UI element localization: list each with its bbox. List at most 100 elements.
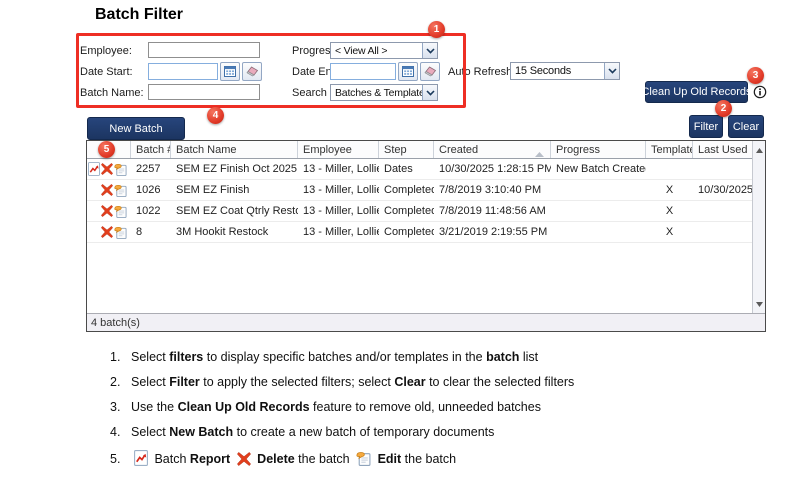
row-actions-cell: [87, 205, 131, 218]
filter-button[interactable]: Filter: [689, 115, 723, 138]
employee-label: Employee:: [80, 45, 132, 57]
edit-icon[interactable]: [114, 163, 127, 176]
edit-icon[interactable]: [114, 184, 127, 197]
employee-cell: 13 - Miller, Lollie: [298, 205, 379, 217]
date-end-clear-button[interactable]: [420, 62, 440, 81]
template-cell: X: [646, 226, 693, 238]
delete-icon[interactable]: [101, 226, 113, 238]
column-header-last-used[interactable]: Last Used: [693, 141, 752, 158]
table-body: 2257SEM EZ Finish Oct 202513 - Miller, L…: [87, 159, 752, 313]
batch-name-cell: 3M Hookit Restock: [171, 226, 298, 238]
column-header-progress[interactable]: Progress: [551, 141, 646, 158]
column-header-created-label: Created: [439, 144, 478, 156]
callout-4: 4: [207, 107, 224, 124]
scroll-up-icon[interactable]: [756, 144, 763, 156]
eraser-icon: [246, 66, 259, 77]
calendar-icon: [402, 66, 414, 77]
progress-cell: New Batch Created: [551, 163, 646, 175]
callout-2: 2: [715, 100, 732, 117]
instruction-item: 4.Select New Batch to create a new batch…: [110, 425, 710, 440]
instruction-text: Select filters to display specific batch…: [131, 350, 538, 365]
employee-input[interactable]: [148, 42, 260, 58]
created-cell: 7/8/2019 3:10:40 PM: [434, 184, 551, 196]
column-header-batch-number[interactable]: Batch #: [131, 141, 171, 158]
batch-number-cell: 8: [131, 226, 171, 238]
chevron-down-icon[interactable]: [604, 63, 619, 79]
edit-icon[interactable]: [114, 205, 127, 218]
delete-icon[interactable]: [101, 184, 113, 196]
scroll-down-icon[interactable]: [756, 298, 763, 310]
auto-refresh-selected-value: 15 Seconds: [511, 63, 604, 79]
last-used-cell: 10/30/2025: [693, 184, 752, 196]
delete-icon[interactable]: [101, 163, 113, 175]
template-cell: X: [646, 205, 693, 217]
row-actions-cell: [87, 184, 131, 197]
search-type-select[interactable]: Batches & Templates: [330, 84, 438, 101]
instruction-number: 1.: [110, 350, 131, 365]
report-icon: [134, 450, 148, 470]
page-title: Batch Filter: [95, 6, 183, 24]
report-icon[interactable]: [88, 162, 100, 176]
instruction-text: Use the Clean Up Old Records feature to …: [131, 400, 541, 415]
employee-cell: 13 - Miller, Lollie: [298, 163, 379, 175]
table-row[interactable]: 83M Hookit Restock13 - Miller, LollieCom…: [87, 222, 752, 243]
search-type-selected-value: Batches & Templates: [331, 85, 422, 100]
batch-count: 4 batch(s): [91, 317, 140, 329]
column-header-created[interactable]: Created: [434, 141, 551, 158]
date-end-input[interactable]: [330, 63, 396, 80]
column-header-step[interactable]: Step: [379, 141, 434, 158]
date-start-clear-button[interactable]: [242, 62, 262, 81]
delete-icon[interactable]: [101, 205, 113, 217]
batch-name-input[interactable]: [148, 84, 260, 100]
clear-button[interactable]: Clear: [728, 115, 764, 138]
table-row[interactable]: 1022SEM EZ Coat Qtrly Restock13 - Miller…: [87, 201, 752, 222]
template-cell: X: [646, 184, 693, 196]
new-batch-button[interactable]: New Batch: [87, 117, 185, 140]
date-start-label: Date Start:: [80, 66, 133, 78]
instruction-item: 2.Select Filter to apply the selected fi…: [110, 375, 710, 390]
employee-cell: 13 - Miller, Lollie: [298, 226, 379, 238]
info-icon[interactable]: [753, 85, 767, 99]
step-cell: Dates: [379, 163, 434, 175]
chevron-down-icon[interactable]: [422, 85, 437, 100]
batch-name-label: Batch Name:: [80, 87, 144, 99]
date-start-calendar-button[interactable]: [220, 62, 240, 81]
eraser-icon: [424, 66, 437, 77]
instruction-item: 3.Use the Clean Up Old Records feature t…: [110, 400, 710, 415]
date-start-input[interactable]: [148, 63, 218, 80]
status-bar: 4 batch(s): [87, 313, 765, 331]
table-row[interactable]: 2257SEM EZ Finish Oct 202513 - Miller, L…: [87, 159, 752, 180]
clean-up-old-records-button[interactable]: Clean Up Old Records: [645, 81, 748, 103]
edit-icon[interactable]: [114, 226, 127, 239]
delete-icon: [237, 452, 251, 470]
chevron-down-icon[interactable]: [422, 43, 437, 58]
column-header-batch-name[interactable]: Batch Name: [171, 141, 298, 158]
batch-name-cell: SEM EZ Finish Oct 2025: [171, 163, 298, 175]
date-end-calendar-button[interactable]: [398, 62, 418, 81]
instruction-text: Select New Batch to create a new batch o…: [131, 425, 494, 440]
instruction-text: Select Filter to apply the selected filt…: [131, 375, 574, 390]
batch-name-cell: SEM EZ Coat Qtrly Restock: [171, 205, 298, 217]
progress-selected-value: < View All >: [331, 43, 422, 58]
instruction-number: 2.: [110, 375, 131, 390]
table-header: Batch # Batch Name Employee Step Created…: [87, 141, 752, 159]
batch-name-cell: SEM EZ Finish: [171, 184, 298, 196]
row-actions-cell: [87, 162, 131, 176]
batch-filter-screen: Batch Filter Employee: Date Start: Batch…: [0, 0, 796, 490]
step-cell: Completed: [379, 184, 434, 196]
sort-ascending-icon: [535, 148, 544, 158]
instruction-text: Batch Report Delete the batch Edit the b…: [131, 450, 456, 470]
instruction-number: 4.: [110, 425, 131, 440]
auto-refresh-select[interactable]: 15 Seconds: [510, 62, 620, 80]
column-header-template[interactable]: Template: [646, 141, 693, 158]
employee-cell: 13 - Miller, Lollie: [298, 184, 379, 196]
calendar-icon: [224, 66, 236, 77]
edit-icon: [356, 451, 371, 470]
column-header-employee[interactable]: Employee: [298, 141, 379, 158]
step-cell: Completed: [379, 226, 434, 238]
table-row[interactable]: 1026SEM EZ Finish13 - Miller, LollieComp…: [87, 180, 752, 201]
instruction-list: 1.Select filters to display specific bat…: [110, 350, 710, 480]
progress-select[interactable]: < View All >: [330, 42, 438, 59]
vertical-scrollbar[interactable]: [752, 141, 765, 313]
instruction-item: 5. Batch Report Delete the batch Edit th…: [110, 450, 710, 470]
